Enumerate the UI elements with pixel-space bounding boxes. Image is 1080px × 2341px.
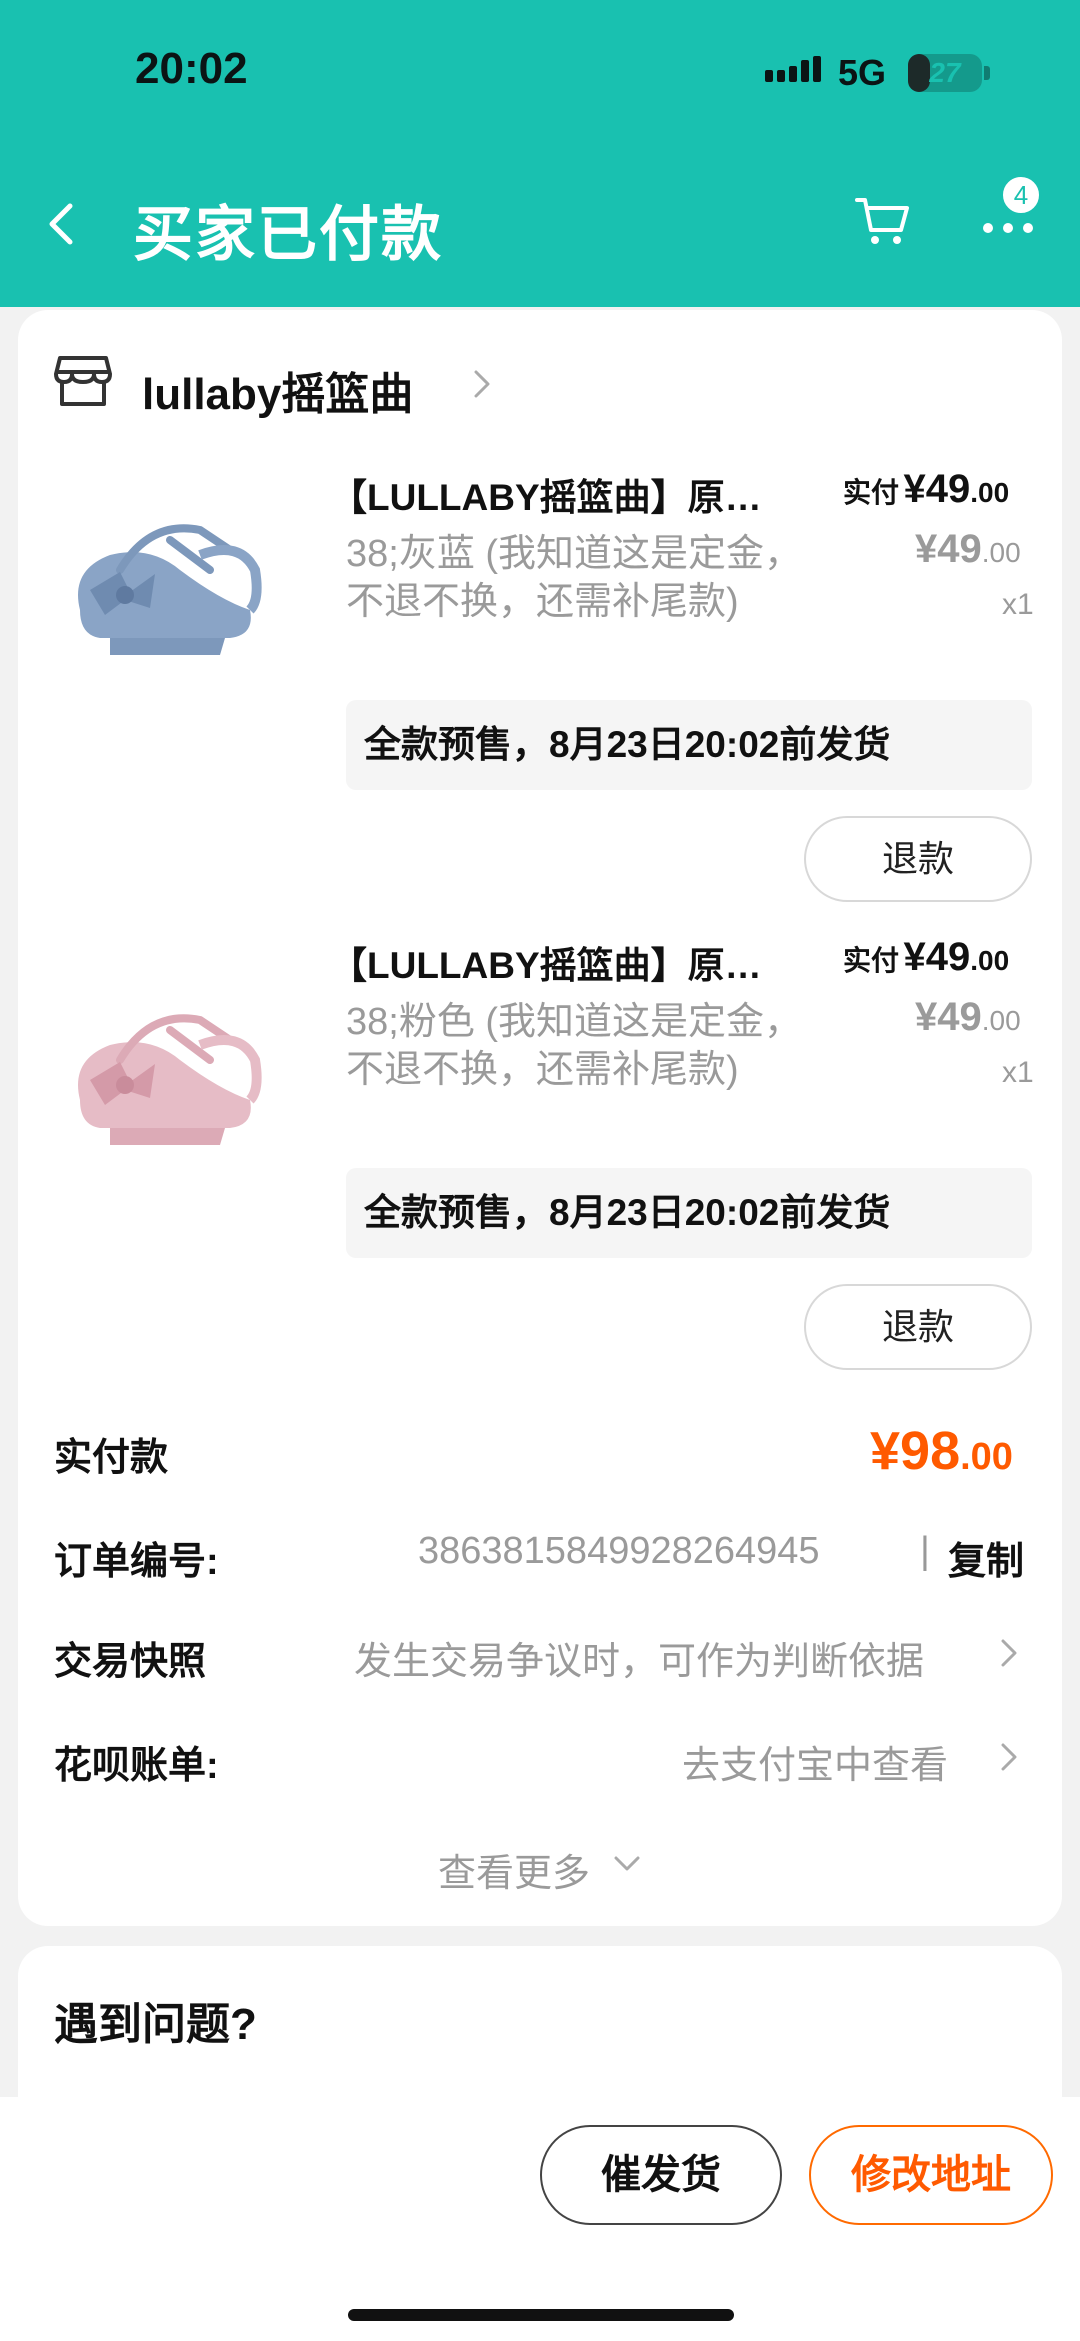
chevron-right-icon[interactable] (998, 1636, 1020, 1670)
item-quantity: x1 (1002, 1056, 1034, 1089)
item-quantity: x1 (1002, 588, 1034, 621)
item-title[interactable]: 【LULLABY摇篮曲】原… (330, 467, 762, 521)
copy-button[interactable]: 复制 (948, 1530, 1024, 1585)
view-more-button[interactable]: 查看更多 (438, 1842, 590, 1897)
item-original-price: ¥49.00 (915, 527, 1021, 572)
product-image-shoe-pink[interactable] (50, 950, 276, 1176)
order-number-label: 订单编号: (54, 1541, 219, 1583)
snapshot-value[interactable]: 发生交易争议时，可作为判断依据 (354, 1630, 924, 1685)
presale-notice: 全款预售，8月23日20:02前发货 (346, 700, 1032, 790)
total-paid-label: 实付款 (54, 1437, 169, 1479)
original-amount: ¥49 (915, 527, 982, 571)
change-address-button[interactable]: 修改地址 (809, 2125, 1053, 2225)
item-sku[interactable]: 38;粉色 (我知道这是定金，不退不换，还需补尾款) (346, 998, 806, 1094)
snapshot-label[interactable]: 交易快照 (54, 1630, 206, 1685)
original-cents: .00 (981, 537, 1021, 568)
status-time: 20:02 (135, 44, 248, 93)
back-arrow-icon[interactable] (40, 196, 84, 252)
refund-button[interactable]: 退款 (804, 1284, 1032, 1370)
huabei-value[interactable]: 去支付宝中查看 (682, 1734, 948, 1789)
separator: | (920, 1530, 930, 1572)
home-indicator (348, 2309, 734, 2321)
network-label: 5G (838, 52, 887, 93)
bottom-action-bar: 催发货 修改地址 (0, 2097, 1080, 2341)
urge-shipping-button[interactable]: 催发货 (540, 2125, 782, 2225)
product-image-shoe-blue[interactable] (50, 460, 276, 686)
item-title[interactable]: 【LULLABY摇篮曲】原… (330, 935, 762, 989)
notification-badge: 4 (1000, 174, 1042, 216)
original-cents: .00 (981, 1005, 1021, 1036)
app-header: 20:02 5G 27 买家已付款 4 (0, 0, 1080, 307)
paid-cents: .00 (970, 945, 1010, 976)
item-paid: 实付 ¥49.00 (843, 935, 1009, 980)
presale-notice: 全款预售，8月23日20:02前发货 (346, 1168, 1032, 1258)
paid-label: 实付 (843, 477, 900, 508)
total-paid-amount: ¥98.00 (870, 1420, 1013, 1482)
item-original-price: ¥49.00 (915, 995, 1021, 1040)
item-sku[interactable]: 38;灰蓝 (我知道这是定金，不退不换，还需补尾款) (346, 530, 806, 626)
cart-icon[interactable] (853, 190, 913, 250)
chevron-right-icon[interactable] (998, 1740, 1020, 1774)
total-amount-cents: .00 (960, 1436, 1013, 1478)
signal-icon (765, 56, 821, 82)
paid-cents: .00 (970, 477, 1010, 508)
battery-level: 27 (929, 57, 961, 88)
page-title: 买家已付款 (133, 201, 443, 268)
problem-title: 遇到问题? (54, 2000, 257, 2049)
item-paid: 实付 ¥49.00 (843, 467, 1009, 512)
total-amount-int: ¥98 (870, 1421, 961, 1481)
order-number-value: 3863815849928264945 (418, 1530, 820, 1572)
chevron-right-icon[interactable] (470, 366, 494, 402)
original-amount: ¥49 (915, 995, 982, 1039)
store-name[interactable]: lullaby摇篮曲 (142, 358, 413, 422)
refund-button[interactable]: 退款 (804, 816, 1032, 902)
huabei-label[interactable]: 花呗账单: (54, 1734, 219, 1789)
paid-amount: ¥49 (903, 467, 971, 511)
chevron-down-icon[interactable] (612, 1852, 642, 1876)
paid-amount: ¥49 (903, 935, 971, 979)
paid-label: 实付 (843, 945, 900, 976)
store-icon (54, 356, 112, 406)
battery-icon: 27 (908, 54, 982, 92)
